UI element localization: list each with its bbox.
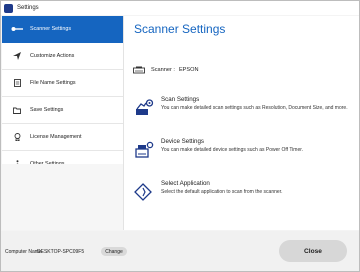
sidebar-item-save-settings[interactable]: Save Settings [2,97,123,124]
page-title: Scanner Settings [134,22,226,36]
main-panel: Scanner Settings Scanner : EPSON Scan Se… [124,16,359,230]
feature-title: Device Settings [161,138,204,145]
device-settings-icon [134,140,154,160]
scanner-value: EPSON [178,67,199,73]
settings-window: Settings Scanner Settings Customize Acti… [0,0,360,272]
feature-description: Select the default application to scan f… [161,189,283,195]
sidebar-item-customize-actions[interactable]: Customize Actions [2,43,123,70]
feature-description: You can make detailed scan settings such… [161,105,348,111]
feature-description: You can make detailed device settings su… [161,147,304,153]
scan-settings-icon [134,98,154,118]
sidebar-item-scanner-settings[interactable]: Scanner Settings [2,16,123,43]
license-icon [10,133,24,141]
document-icon [10,79,24,87]
window-title: Settings [17,5,39,11]
sidebar-item-label: Scanner Settings [30,26,72,32]
select-application-icon [134,182,154,202]
sidebar-item-label: Customize Actions [30,53,75,59]
scanner-row: Scanner : EPSON [133,66,199,74]
feature-title: Scan Settings [161,96,200,103]
sidebar: Scanner Settings Customize Actions File … [2,16,124,230]
scanner-label: Scanner : [151,67,175,73]
sidebar-item-label: File Name Settings [30,80,76,86]
sidebar-item-file-name-settings[interactable]: File Name Settings [2,70,123,97]
printer-icon [133,66,145,74]
scanner-settings-icon [10,26,24,32]
select-application-option[interactable]: Select Application Select the default ap… [134,180,351,202]
scan-settings-option[interactable]: Scan Settings You can make detailed scan… [134,96,351,118]
folder-icon [10,107,24,114]
sidebar-item-label: Save Settings [30,107,64,113]
send-icon [10,52,24,60]
change-button[interactable]: Change [101,247,127,256]
sidebar-item-label: License Management [30,134,82,140]
sidebar-item-license-management[interactable]: License Management [2,124,123,151]
computer-name-value: DESKTOP-SPC09F5 [37,249,85,255]
feature-title: Select Application [161,180,210,187]
app-icon [4,3,13,13]
title-bar: Settings [1,1,359,15]
sidebar-empty-area [2,164,123,230]
footer: Computer Name DESKTOP-SPC09F5 Change Clo… [1,231,359,271]
close-button[interactable]: Close [279,240,347,262]
device-settings-option[interactable]: Device Settings You can make detailed de… [134,138,351,160]
